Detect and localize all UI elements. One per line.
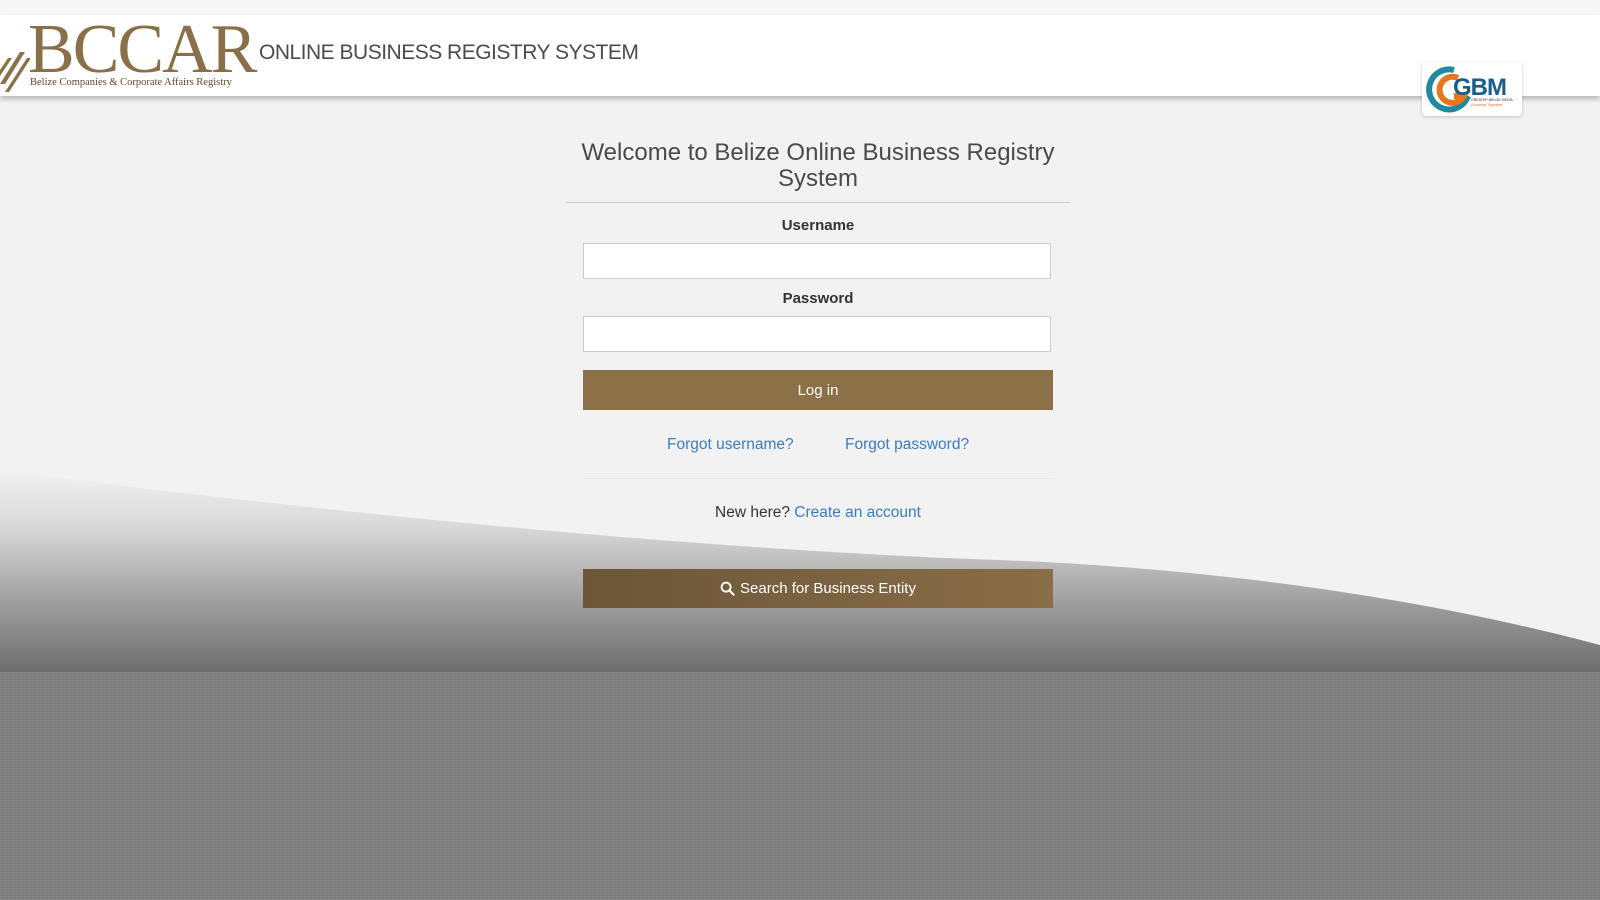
login-button[interactable]: Log in <box>583 370 1053 410</box>
site-header: BCCAR Belize Companies & Corporate Affai… <box>0 11 1600 96</box>
bccar-logo[interactable]: BCCAR Belize Companies & Corporate Affai… <box>0 11 262 96</box>
search-business-entity-button[interactable]: Search for Business Entity <box>583 569 1053 608</box>
password-input[interactable] <box>583 316 1051 352</box>
gbm-partner-logo[interactable]: GBM GREATER BELIZE MEDIA Growing Togethe… <box>1422 62 1522 116</box>
username-input[interactable] <box>583 243 1051 279</box>
search-button-label: Search for Business Entity <box>740 580 916 597</box>
login-panel: Welcome to Belize Online Business Regist… <box>566 130 1070 608</box>
system-title: ONLINE BUSINESS REGISTRY SYSTEM <box>259 41 639 64</box>
section-divider <box>583 478 1053 479</box>
welcome-heading: Welcome to Belize Online Business Regist… <box>566 140 1070 203</box>
new-here-text: New here? <box>715 504 790 521</box>
create-account-link[interactable]: Create an account <box>794 504 921 521</box>
username-label: Username <box>781 217 855 234</box>
password-label: Password <box>782 290 854 307</box>
logo-subtitle: Belize Companies & Corporate Affairs Reg… <box>30 77 232 88</box>
logo-stripes-icon <box>0 52 30 92</box>
background-gray-area <box>0 672 1600 900</box>
background-swoosh <box>0 470 1600 700</box>
gbm-tagline: Growing Together <box>1471 102 1503 107</box>
forgot-links: Forgot username? Forgot password? <box>566 436 1070 456</box>
forgot-username-link[interactable]: Forgot username? <box>667 436 794 454</box>
new-here-row: New here? Create an account <box>566 504 1070 522</box>
search-icon <box>720 581 735 596</box>
forgot-password-link[interactable]: Forgot password? <box>845 436 969 454</box>
